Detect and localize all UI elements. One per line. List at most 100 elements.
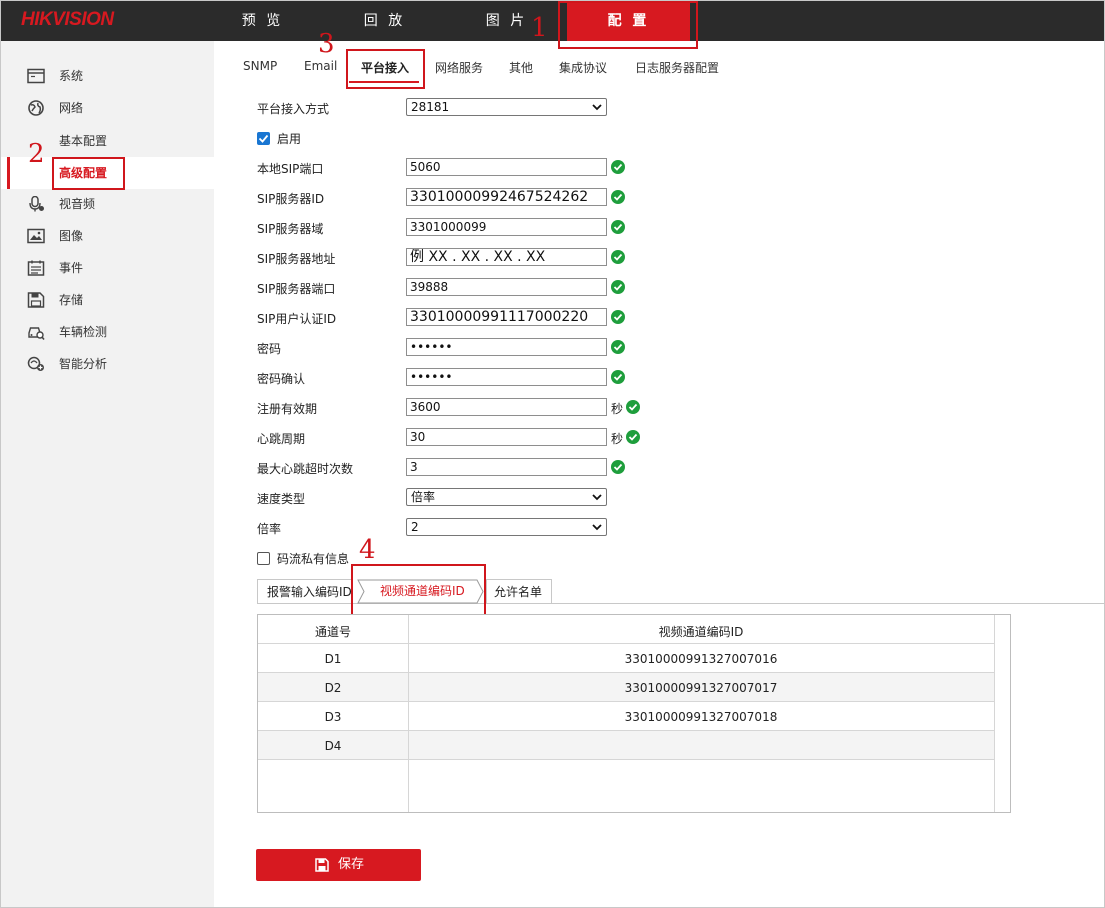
sidebar-item-storage[interactable]: 存储 [1, 284, 214, 316]
channel-cell: D1 [324, 652, 342, 666]
speed-type-value: 倍率 [411, 490, 436, 504]
valid-check-icon [626, 430, 640, 444]
heartbeat-period-label: 心跳周期 [257, 432, 306, 446]
speed-type-label: 速度类型 [257, 492, 306, 506]
register-expiry-label: 注册有效期 [257, 402, 318, 416]
access-mode-label: 平台接入方式 [257, 102, 330, 116]
sidebar-item-vehicle-detection[interactable]: 车辆检测 [1, 316, 214, 348]
active-indicator [7, 157, 10, 189]
sidebar-item-image[interactable]: 图像 [1, 220, 214, 252]
table-row[interactable]: D1 33010000991327007016 [258, 644, 994, 673]
valid-check-icon [611, 250, 625, 264]
annotation-number-4: 4 [359, 535, 376, 565]
sidebar-item-network[interactable]: 网络 [1, 92, 214, 124]
sidebar-item-smart-analysis[interactable]: 智能分析 [1, 348, 214, 380]
enable-label: 启用 [277, 132, 302, 146]
sip-server-id-input[interactable]: 33010000992467524262 [406, 188, 607, 206]
globe-icon [28, 100, 44, 116]
channel-cell: D2 [324, 681, 342, 695]
table-header-row: 通道号 视频通道编码ID [258, 615, 994, 644]
tab-other[interactable]: 其他 [509, 59, 533, 76]
rate-label: 倍率 [257, 522, 282, 536]
rate-value: 2 [411, 520, 419, 534]
channel-cell: D3 [324, 710, 342, 724]
calendar-icon [27, 260, 45, 276]
sidebar-item-label: 基本配置 [59, 134, 108, 148]
sidebar-item-system[interactable]: 系统 [1, 60, 214, 92]
heartbeat-period-input[interactable]: 30 [406, 428, 607, 446]
valid-check-icon [611, 220, 625, 234]
chevron-down-icon [592, 104, 602, 111]
valid-check-icon [626, 400, 640, 414]
annotation-number-1: 1 [531, 13, 548, 43]
enable-checkbox[interactable] [257, 132, 270, 145]
stream-private-info-checkbox[interactable] [257, 552, 270, 565]
tab-log-server-config[interactable]: 日志服务器配置 [635, 59, 719, 76]
sip-server-port-input[interactable]: 39888 [406, 278, 607, 296]
nav-preview[interactable]: 预 览 [215, 1, 310, 41]
valid-check-icon [611, 160, 625, 174]
speed-type-select[interactable]: 倍率 [406, 488, 607, 506]
register-expiry-input[interactable]: 3600 [406, 398, 607, 416]
local-sip-port-label: 本地SIP端口 [257, 162, 324, 176]
code-cell: 33010000991327007016 [624, 652, 778, 666]
sip-server-domain-input[interactable]: 3301000099 [406, 218, 607, 236]
sip-server-port-label: SIP服务器端口 [257, 282, 336, 296]
max-heartbeat-timeouts-input[interactable]: 3 [406, 458, 607, 476]
tab-snmp[interactable]: SNMP [243, 59, 277, 73]
sip-server-address-input[interactable]: 例 XX . XX . XX . XX [406, 248, 607, 266]
valid-check-icon [611, 340, 625, 354]
sip-server-address-label: SIP服务器地址 [257, 252, 336, 266]
sidebar-item-label: 车辆检测 [59, 325, 108, 339]
table-row[interactable]: D4 [258, 731, 994, 760]
password-input[interactable]: •••••• [406, 338, 607, 356]
sidebar-item-event[interactable]: 事件 [1, 252, 214, 284]
annotation-box-video-channel-code-id [351, 564, 486, 616]
header-video-channel-code-id: 视频通道编码ID [658, 625, 744, 639]
chevron-down-icon [592, 494, 602, 501]
sidebar-item-label: 智能分析 [59, 357, 108, 371]
sip-server-id-label: SIP服务器ID [257, 192, 325, 206]
subtab-allow-list[interactable]: 允许名单 [486, 579, 552, 603]
monitor-icon [27, 68, 45, 84]
sip-user-auth-id-label: SIP用户认证ID [257, 312, 337, 326]
column-divider [408, 615, 409, 812]
stream-private-info-label: 码流私有信息 [277, 552, 350, 566]
top-navigation-bar: HIKVISION 预 览 回 放 图 片 配 置 [1, 1, 1104, 41]
sidebar-item-label: 系统 [59, 69, 84, 83]
sidebar-item-audio-video[interactable]: 视音频 [1, 188, 214, 220]
table-row[interactable]: D2 33010000991327007017 [258, 673, 994, 702]
subtab-alarm-input-code-id[interactable]: 报警输入编码ID [257, 579, 353, 603]
seconds-unit-label: 秒 [611, 432, 624, 446]
vehicle-search-icon [28, 327, 45, 340]
valid-check-icon [611, 460, 625, 474]
tab-network-service[interactable]: 网络服务 [435, 59, 483, 76]
valid-check-icon [611, 190, 625, 204]
chevron-down-icon [592, 524, 602, 531]
password-label: 密码 [257, 342, 282, 356]
table-row[interactable]: D3 33010000991327007018 [258, 702, 994, 731]
app-window: HIKVISION 预 览 回 放 图 片 配 置 1 系统 网络 基本配置 高… [0, 0, 1105, 908]
channel-cell: D4 [324, 739, 342, 753]
sip-server-domain-label: SIP服务器域 [257, 222, 324, 236]
code-cell: 33010000991327007018 [624, 710, 778, 724]
local-sip-port-input[interactable]: 5060 [406, 158, 607, 176]
annotation-number-3: 3 [318, 29, 335, 59]
header-channel-number: 通道号 [314, 625, 351, 639]
password-confirm-input[interactable]: •••••• [406, 368, 607, 386]
tab-integration-protocol[interactable]: 集成协议 [559, 59, 607, 76]
valid-check-icon [611, 280, 625, 294]
access-mode-select[interactable]: 28181 [406, 98, 607, 116]
password-confirm-label: 密码确认 [257, 372, 306, 386]
checkmark-icon [258, 134, 269, 143]
floppy-icon [27, 292, 45, 308]
save-button[interactable]: 保存 [256, 849, 421, 881]
smart-analysis-icon [27, 356, 44, 371]
sidebar-item-label: 网络 [59, 101, 84, 115]
tab-email[interactable]: Email [304, 59, 337, 73]
scrollbar-divider [994, 615, 995, 812]
image-icon [27, 228, 45, 244]
nav-playback[interactable]: 回 放 [337, 1, 432, 41]
sip-user-auth-id-input[interactable]: 33010000991117000220 [406, 308, 607, 326]
rate-select[interactable]: 2 [406, 518, 607, 536]
